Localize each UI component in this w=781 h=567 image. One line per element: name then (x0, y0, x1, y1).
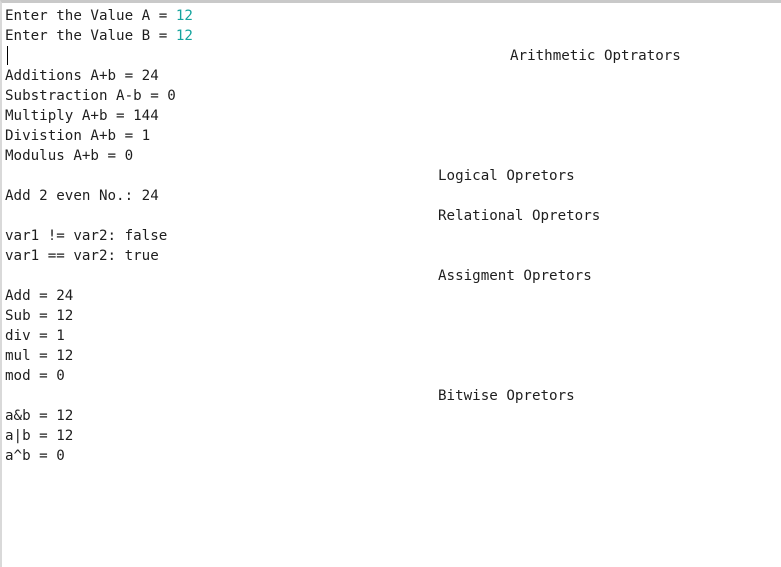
prompt-b-input-value: 12 (175, 28, 193, 44)
assignment-line-sub: Sub = 12 (5, 308, 74, 324)
arithmetic-line-additions: Additions A+b = 24 (5, 68, 159, 84)
relational-line-equal: var1 == var2: true (5, 248, 159, 264)
text-cursor (7, 46, 8, 65)
bitwise-line-and: a&b = 12 (5, 408, 74, 424)
console-output[interactable]: Enter the Value A = 12 Enter the Value B… (0, 0, 781, 567)
heading-logical: Logical Opretors (438, 168, 575, 184)
logical-line-even-sum: Add 2 even No.: 24 (5, 188, 159, 204)
prompt-b-label: Enter the Value B = (5, 28, 176, 44)
arithmetic-line-subtraction: Substraction A-b = 0 (5, 88, 176, 104)
arithmetic-line-modulus: Modulus A+b = 0 (5, 148, 134, 164)
prompt-a-line: Enter the Value A = 12 (5, 6, 193, 26)
bitwise-line-xor: a^b = 0 (5, 448, 65, 464)
arithmetic-line-multiply: Multiply A+b = 144 (5, 108, 159, 124)
heading-bitwise: Bitwise Opretors (438, 388, 575, 404)
prompt-a-input-value: 12 (175, 8, 193, 24)
bitwise-line-or: a|b = 12 (5, 428, 74, 444)
assignment-line-div: div = 1 (5, 328, 65, 344)
heading-assignment: Assigment Opretors (438, 268, 592, 284)
heading-arithmetic: Arithmetic Optrators (510, 48, 681, 64)
heading-relational: Relational Opretors (438, 208, 601, 224)
assignment-line-add: Add = 24 (5, 288, 74, 304)
arithmetic-line-division: Divistion A+b = 1 (5, 128, 151, 144)
assignment-line-mod: mod = 0 (5, 368, 65, 384)
assignment-line-mul: mul = 12 (5, 348, 74, 364)
prompt-a-label: Enter the Value A = (5, 8, 176, 24)
relational-line-not-equal: var1 != var2: false (5, 228, 168, 244)
prompt-b-line: Enter the Value B = 12 (5, 26, 193, 46)
